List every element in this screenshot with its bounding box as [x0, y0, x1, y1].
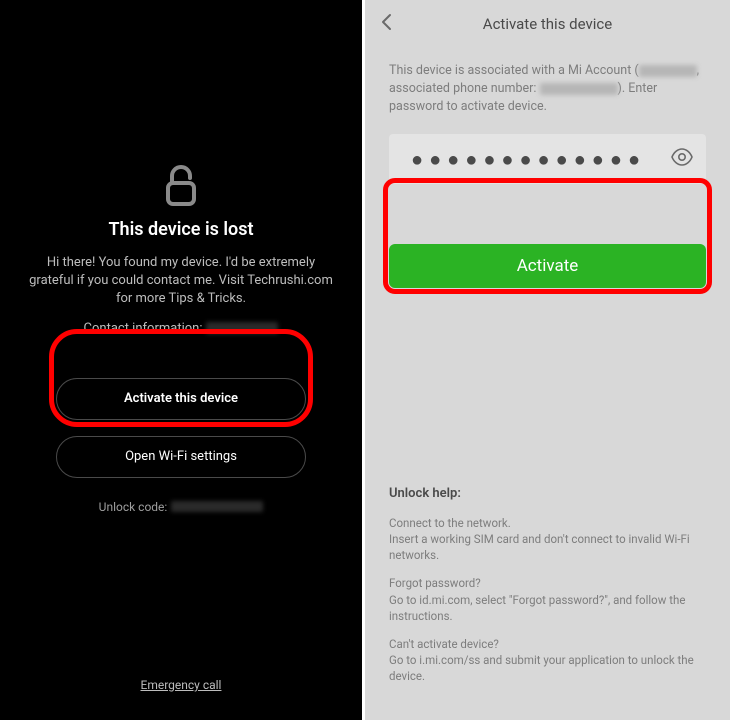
password-field[interactable]: ●●●●●●●●●●●●● — [389, 134, 706, 184]
page-title: Activate this device — [483, 15, 612, 33]
activate-button-highlight: Activate — [389, 184, 706, 288]
header: Activate this device — [365, 0, 730, 48]
help-cant-activate: Can't activate device? Go to i.mi.com/ss… — [389, 636, 706, 684]
help-forgot-text: Go to id.mi.com, select "Forgot password… — [389, 592, 706, 624]
help-forgot-title: Forgot password? — [389, 575, 706, 591]
help-cant-text: Go to i.mi.com/ss and submit your applic… — [389, 652, 706, 684]
password-value: ●●●●●●●●●●●●● — [411, 147, 670, 172]
help-network: Connect to the network. Insert a working… — [389, 515, 706, 563]
eye-icon[interactable] — [670, 145, 694, 173]
help-network-title: Connect to the network. — [389, 515, 706, 531]
unlock-icon — [164, 165, 198, 207]
emergency-call-link[interactable]: Emergency call — [141, 678, 222, 692]
phone-number-redacted — [540, 83, 618, 95]
unlock-code-label: Unlock code: — [99, 500, 168, 514]
activate-device-screen: Activate this device This device is asso… — [365, 0, 730, 720]
open-wifi-button[interactable]: Open Wi-Fi settings — [56, 436, 306, 478]
contact-value-redacted — [206, 322, 278, 334]
help-cant-title: Can't activate device? — [389, 636, 706, 652]
contact-label: Contact information: — [84, 321, 203, 336]
help-network-text: Insert a working SIM card and don't conn… — [389, 531, 706, 563]
contact-info: Contact information: — [84, 321, 279, 336]
activate-button[interactable]: Activate — [389, 244, 706, 288]
body: This device is associated with a Mi Acco… — [365, 48, 730, 288]
help-title: Unlock help: — [389, 486, 706, 501]
account-id-redacted — [639, 65, 697, 77]
account-msg-prefix: This device is associated with a Mi Acco… — [389, 63, 639, 78]
lost-message: Hi there! You found my device. I'd be ex… — [18, 254, 344, 309]
activate-device-button[interactable]: Activate this device — [56, 378, 306, 420]
unlock-code-row: Unlock code: — [99, 500, 264, 514]
lost-title: This device is lost — [108, 219, 253, 240]
account-msg-mid: associated phone number: — [389, 81, 540, 96]
account-msg-comma: , — [697, 63, 699, 78]
unlock-help: Unlock help: Connect to the network. Ins… — [389, 486, 706, 696]
back-icon[interactable] — [381, 13, 392, 35]
account-message: This device is associated with a Mi Acco… — [389, 62, 706, 116]
unlock-code-value-redacted — [171, 501, 263, 512]
lost-device-screen: This device is lost Hi there! You found … — [0, 0, 365, 720]
activate-button-highlight: Activate this device — [56, 336, 306, 420]
help-forgot-password: Forgot password? Go to id.mi.com, select… — [389, 575, 706, 623]
